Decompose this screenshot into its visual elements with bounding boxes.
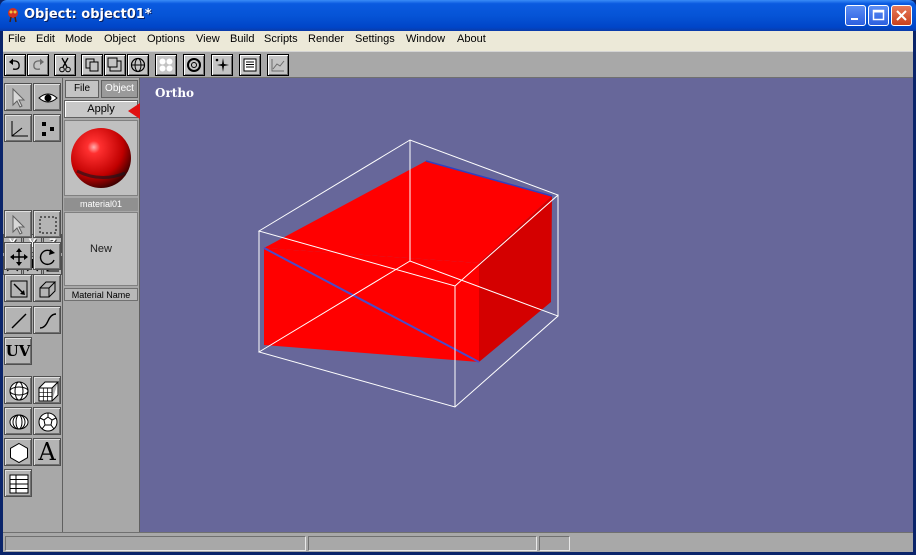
scissors-icon	[59, 57, 71, 73]
minimize-button[interactable]	[845, 5, 866, 26]
menu-settings[interactable]: Settings	[355, 33, 395, 45]
globe-button[interactable]	[127, 54, 149, 76]
menu-object[interactable]: Object	[104, 33, 136, 45]
axis-tool[interactable]	[4, 114, 32, 142]
material-swatch[interactable]	[64, 120, 138, 196]
circle-icon	[187, 58, 201, 72]
shear-cube-icon	[39, 281, 57, 298]
curve-icon	[39, 313, 57, 329]
sparkle-icon	[215, 58, 229, 72]
eye-icon	[38, 93, 58, 103]
new-material-button[interactable]: New	[64, 212, 138, 286]
list-icon	[243, 58, 257, 72]
view-eye-tool[interactable]	[33, 83, 61, 111]
graph-icon	[271, 59, 285, 72]
status-bar	[3, 532, 913, 552]
scale-icon	[10, 280, 28, 298]
scene-canvas	[257, 139, 559, 408]
pick-tool[interactable]	[4, 210, 32, 238]
material-name-header: Material Name	[64, 288, 138, 301]
grid-dots-icon	[159, 58, 173, 72]
close-button[interactable]	[891, 5, 912, 26]
menu-edit[interactable]: Edit	[36, 33, 55, 45]
line-icon	[11, 313, 27, 329]
close-icon	[896, 10, 907, 21]
redo-icon	[33, 58, 44, 70]
rotate-tool[interactable]	[33, 242, 61, 270]
maximize-button[interactable]	[868, 5, 889, 26]
circle-button[interactable]	[183, 54, 205, 76]
globe-icon	[130, 57, 146, 73]
menu-bar: File Edit Mode Object Options View Build…	[3, 31, 913, 51]
line-tool[interactable]	[4, 306, 32, 334]
material-name-label: material01	[64, 198, 138, 211]
copy-button[interactable]	[81, 54, 103, 76]
tab-object[interactable]: Object	[101, 80, 138, 98]
scale-tool[interactable]	[4, 274, 32, 302]
arrow-cursor-icon	[12, 87, 26, 108]
material-sphere-preview	[71, 128, 131, 188]
uv-tool[interactable]: UV	[4, 337, 32, 365]
menu-scripts[interactable]: Scripts	[264, 33, 298, 45]
status-field-small	[539, 536, 570, 551]
shear-tool[interactable]	[33, 274, 61, 302]
list-button[interactable]	[239, 54, 261, 76]
polygon-primitive-tool[interactable]	[4, 438, 32, 466]
cut-button[interactable]	[54, 54, 76, 76]
marquee-select-tool[interactable]	[33, 210, 61, 238]
move-arrows-icon	[10, 248, 28, 266]
grid-dots-button[interactable]	[155, 54, 177, 76]
material-panel: File Object Apply material01 New Materia…	[63, 78, 140, 532]
table-tool[interactable]	[4, 469, 32, 497]
toolbar	[3, 51, 913, 78]
menu-mode[interactable]: Mode	[65, 33, 93, 45]
window-title: Object: object01*	[24, 7, 152, 22]
sparkle-button[interactable]	[211, 54, 233, 76]
select-arrow-tool[interactable]	[4, 83, 32, 111]
menu-window[interactable]: Window	[406, 33, 445, 45]
sphere-primitive-tool[interactable]	[4, 376, 32, 404]
redo-button[interactable]	[27, 54, 49, 76]
grid-cube-icon	[38, 381, 59, 402]
maximize-icon	[872, 9, 885, 21]
graph-button[interactable]	[267, 54, 289, 76]
undo-icon	[9, 58, 20, 70]
text-tool[interactable]: A	[33, 438, 61, 466]
table-grid-icon	[9, 474, 29, 494]
copy-icon	[85, 58, 99, 72]
status-field-main	[5, 536, 306, 551]
paste-icon	[107, 57, 122, 72]
polyhedron-primitive-tool[interactable]	[33, 407, 61, 435]
menu-render[interactable]: Render	[308, 33, 344, 45]
curve-tool[interactable]	[33, 306, 61, 334]
torus-primitive-tool[interactable]	[4, 407, 32, 435]
dashed-rect-icon	[39, 216, 57, 234]
torus-icon	[9, 414, 29, 430]
menu-about[interactable]: About	[457, 33, 486, 45]
paste-button[interactable]	[104, 54, 126, 76]
3d-viewport[interactable]: Ortho	[140, 78, 913, 532]
menu-file[interactable]: File	[8, 33, 26, 45]
menu-build[interactable]: Build	[230, 33, 254, 45]
move-tool[interactable]	[4, 242, 32, 270]
grid-cube-primitive-tool[interactable]	[33, 376, 61, 404]
status-field-secondary	[308, 536, 537, 551]
undo-button[interactable]	[4, 54, 26, 76]
rotate-icon	[39, 249, 55, 266]
points-icon	[42, 122, 54, 136]
tab-file[interactable]: File	[65, 80, 99, 98]
application-window: Object: object01* File Edit Mode Object …	[0, 0, 916, 555]
points-tool[interactable]	[33, 114, 61, 142]
axis-angle-icon	[11, 121, 28, 137]
sphere-wire-icon	[9, 381, 29, 401]
arrow-cursor-icon	[12, 214, 26, 235]
minimize-icon	[851, 18, 858, 20]
tool-column: X Y Z	[3, 78, 63, 532]
polyhedron-icon	[38, 412, 58, 432]
app-logo-icon	[8, 8, 18, 23]
menu-view[interactable]: View	[196, 33, 220, 45]
title-bar[interactable]: Object: object01*	[0, 0, 916, 31]
menu-options[interactable]: Options	[147, 33, 185, 45]
hexagon-icon	[10, 442, 28, 464]
